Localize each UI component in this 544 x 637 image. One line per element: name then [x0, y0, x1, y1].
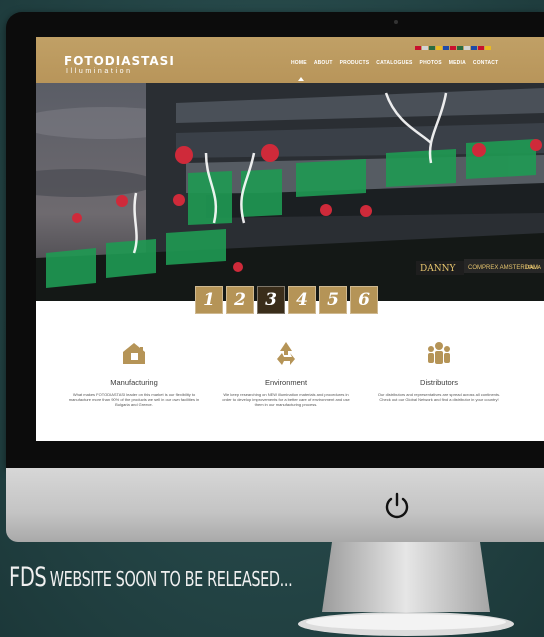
slide-button-5[interactable]: 5 — [319, 286, 347, 314]
recycle-icon — [277, 342, 295, 365]
site-logo[interactable]: FOTODIASTASI — [64, 54, 175, 68]
language-flag-3[interactable] — [429, 46, 435, 50]
site-header: FOTODIASTASI Illumination HOME ABOUT PRO… — [36, 37, 544, 83]
feature-distributors: Distributors Our distributors and repres… — [369, 337, 509, 402]
language-flag-9[interactable] — [471, 46, 477, 50]
camera-dot — [394, 20, 398, 24]
feature-title: Environment — [264, 378, 308, 387]
nav-media[interactable]: MEDIA — [449, 60, 466, 66]
language-flag-5[interactable] — [443, 46, 449, 50]
language-flag-6[interactable] — [450, 46, 456, 50]
feature-description: Our distributors and representatives are… — [377, 392, 501, 402]
main-nav: HOME ABOUT PRODUCTS CATALOGUES PHOTOS ME… — [291, 60, 498, 66]
language-flag-2[interactable] — [422, 46, 428, 50]
slide-button-6[interactable]: 6 — [350, 286, 378, 314]
feature-title: Distributors — [420, 378, 458, 387]
slide-button-2[interactable]: 2 — [226, 286, 254, 314]
storefront-sign-danny: DANNY — [420, 264, 456, 274]
monitor-stand — [298, 542, 514, 636]
language-flags — [415, 46, 491, 50]
caption-brand: FDS — [9, 562, 47, 593]
slide-button-3[interactable]: 3 — [257, 286, 285, 314]
promo-caption: FDS WEBSITE SOON TO BE RELEASED... — [9, 562, 293, 593]
active-nav-marker — [298, 77, 304, 81]
language-flag-11[interactable] — [485, 46, 491, 50]
slider-pagination: 1 2 3 4 5 6 — [195, 286, 378, 314]
slide-button-1[interactable]: 1 — [195, 286, 223, 314]
hero-slider-image: DANNY COMPREX AMSTERDAM ITALIA — [36, 83, 544, 301]
monitor-chin — [6, 468, 544, 542]
feature-title: Manufacturing — [110, 378, 158, 387]
power-icon[interactable] — [382, 490, 412, 520]
street-decoration-photo: DANNY COMPREX AMSTERDAM ITALIA — [36, 83, 544, 301]
language-flag-1[interactable] — [415, 46, 421, 50]
nav-contact[interactable]: CONTACT — [473, 60, 498, 66]
feature-description: We keep researching on NEW illumination … — [222, 392, 350, 407]
nav-home[interactable]: HOME — [291, 60, 307, 66]
nav-products[interactable]: PRODUCTS — [340, 60, 370, 66]
people-icon — [428, 342, 450, 364]
language-flag-10[interactable] — [478, 46, 484, 50]
site-logo-subtitle: Illumination — [66, 68, 133, 75]
nav-photos[interactable]: PHOTOS — [420, 60, 442, 66]
monitor-screen: FOTODIASTASI Illumination HOME ABOUT PRO… — [36, 37, 544, 441]
storefront-sign-italia: ITALIA — [526, 265, 542, 271]
feature-manufacturing: Manufacturing What makes FOTODIASTASI le… — [64, 337, 204, 407]
language-flag-8[interactable] — [464, 46, 470, 50]
language-flag-4[interactable] — [436, 46, 442, 50]
house-icon — [123, 343, 145, 364]
features-section: Manufacturing What makes FOTODIASTASI le… — [36, 337, 544, 441]
slide-button-4[interactable]: 4 — [288, 286, 316, 314]
language-flag-7[interactable] — [457, 46, 463, 50]
feature-description: What makes FOTODIASTASI leader on this m… — [68, 392, 200, 407]
caption-text: WEBSITE SOON TO BE RELEASED... — [49, 567, 293, 591]
nav-catalogues[interactable]: CATALOGUES — [376, 60, 412, 66]
nav-about[interactable]: ABOUT — [314, 60, 333, 66]
feature-environment: Environment We keep researching on NEW i… — [216, 337, 356, 407]
